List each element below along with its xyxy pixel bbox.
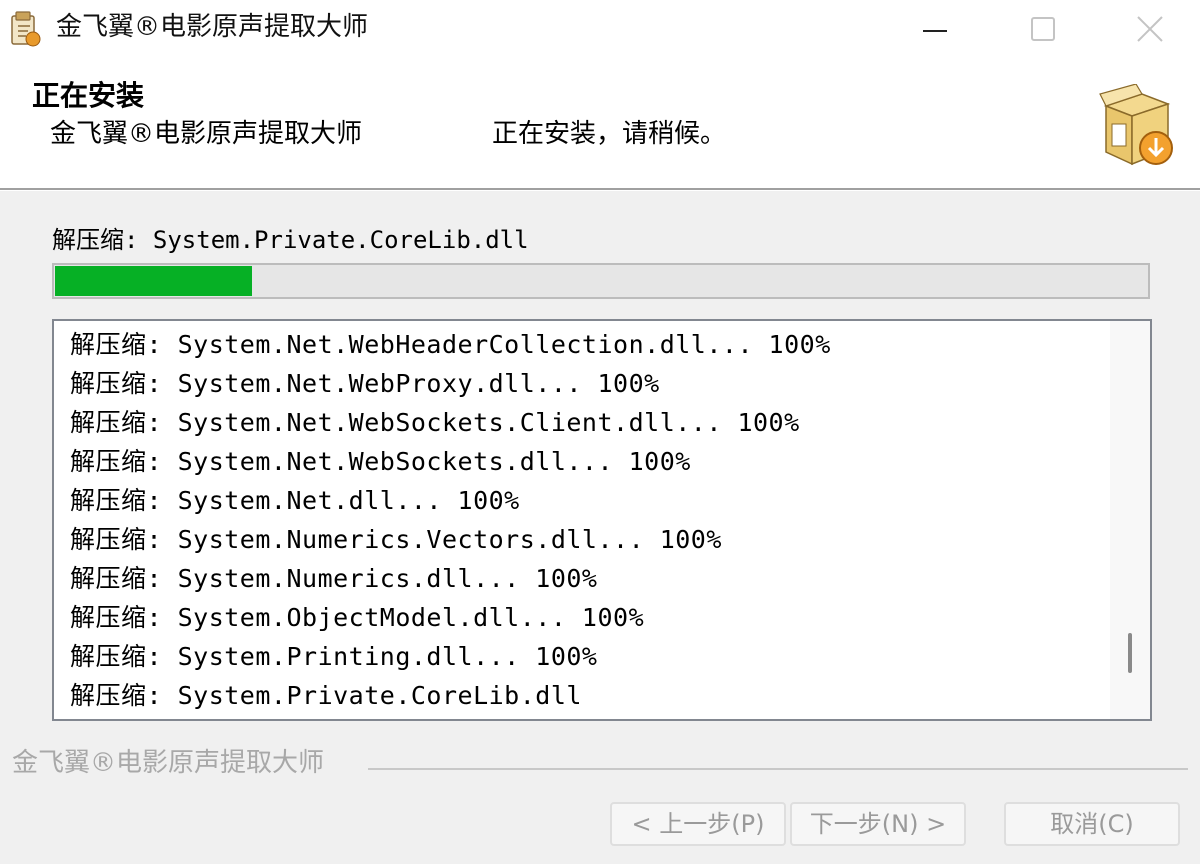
log-line: 解压缩: System.ObjectModel.dll... 100% bbox=[70, 603, 645, 632]
minimize-icon bbox=[923, 30, 947, 32]
installer-package-icon bbox=[1099, 84, 1173, 166]
log-line: 解压缩: System.Private.CoreLib.dll bbox=[70, 681, 582, 710]
log-line: 解压缩: System.Net.WebSockets.dll... 100% bbox=[70, 447, 691, 476]
next-button[interactable]: 下一步(N) > bbox=[790, 802, 966, 846]
close-button[interactable] bbox=[1100, 0, 1200, 58]
log-line: 解压缩: System.Net.WebProxy.dll... 100% bbox=[70, 369, 660, 398]
log-line: 解压缩: System.Net.dll... 100% bbox=[70, 486, 520, 515]
log-line: 解压缩: System.Printing.dll... 100% bbox=[70, 642, 598, 671]
header-status-text: 正在安装，请稍候。 bbox=[492, 119, 727, 149]
log-scrollbar[interactable] bbox=[1110, 321, 1150, 719]
title-bar: 金飞翼®电影原声提取大师 bbox=[0, 0, 1200, 58]
header-divider bbox=[0, 188, 1200, 191]
log-line: 解压缩: System.Numerics.dll... 100% bbox=[70, 564, 598, 593]
progress-fill bbox=[55, 266, 252, 296]
maximize-button[interactable] bbox=[988, 0, 1098, 58]
header-app-name: 金飞翼®电影原声提取大师 bbox=[50, 119, 363, 149]
footer-divider bbox=[368, 768, 1188, 770]
install-log-list[interactable]: 解压缩: System.Net.WebHeaderCollection.dll.… bbox=[52, 319, 1152, 721]
page-title: 正在安装 bbox=[32, 79, 145, 112]
current-file-label: 解压缩: System.Private.CoreLib.dll bbox=[52, 226, 529, 254]
install-progress-bar bbox=[52, 263, 1150, 299]
installer-app-icon bbox=[11, 11, 41, 47]
cancel-button[interactable]: 取消(C) bbox=[1004, 802, 1180, 846]
log-line: 解压缩: System.Numerics.Vectors.dll... 100% bbox=[70, 525, 722, 554]
minimize-button[interactable] bbox=[880, 0, 990, 58]
window-title: 金飞翼®电影原声提取大师 bbox=[56, 12, 369, 42]
maximize-icon bbox=[1031, 17, 1055, 41]
footer-brand: 金飞翼®电影原声提取大师 bbox=[12, 748, 325, 778]
close-icon bbox=[1137, 16, 1163, 42]
scrollbar-thumb[interactable] bbox=[1128, 633, 1132, 673]
back-button[interactable]: < 上一步(P) bbox=[610, 802, 786, 846]
log-line: 解压缩: System.Net.WebHeaderCollection.dll.… bbox=[70, 330, 831, 359]
log-line: 解压缩: System.Net.WebSockets.Client.dll...… bbox=[70, 408, 800, 437]
